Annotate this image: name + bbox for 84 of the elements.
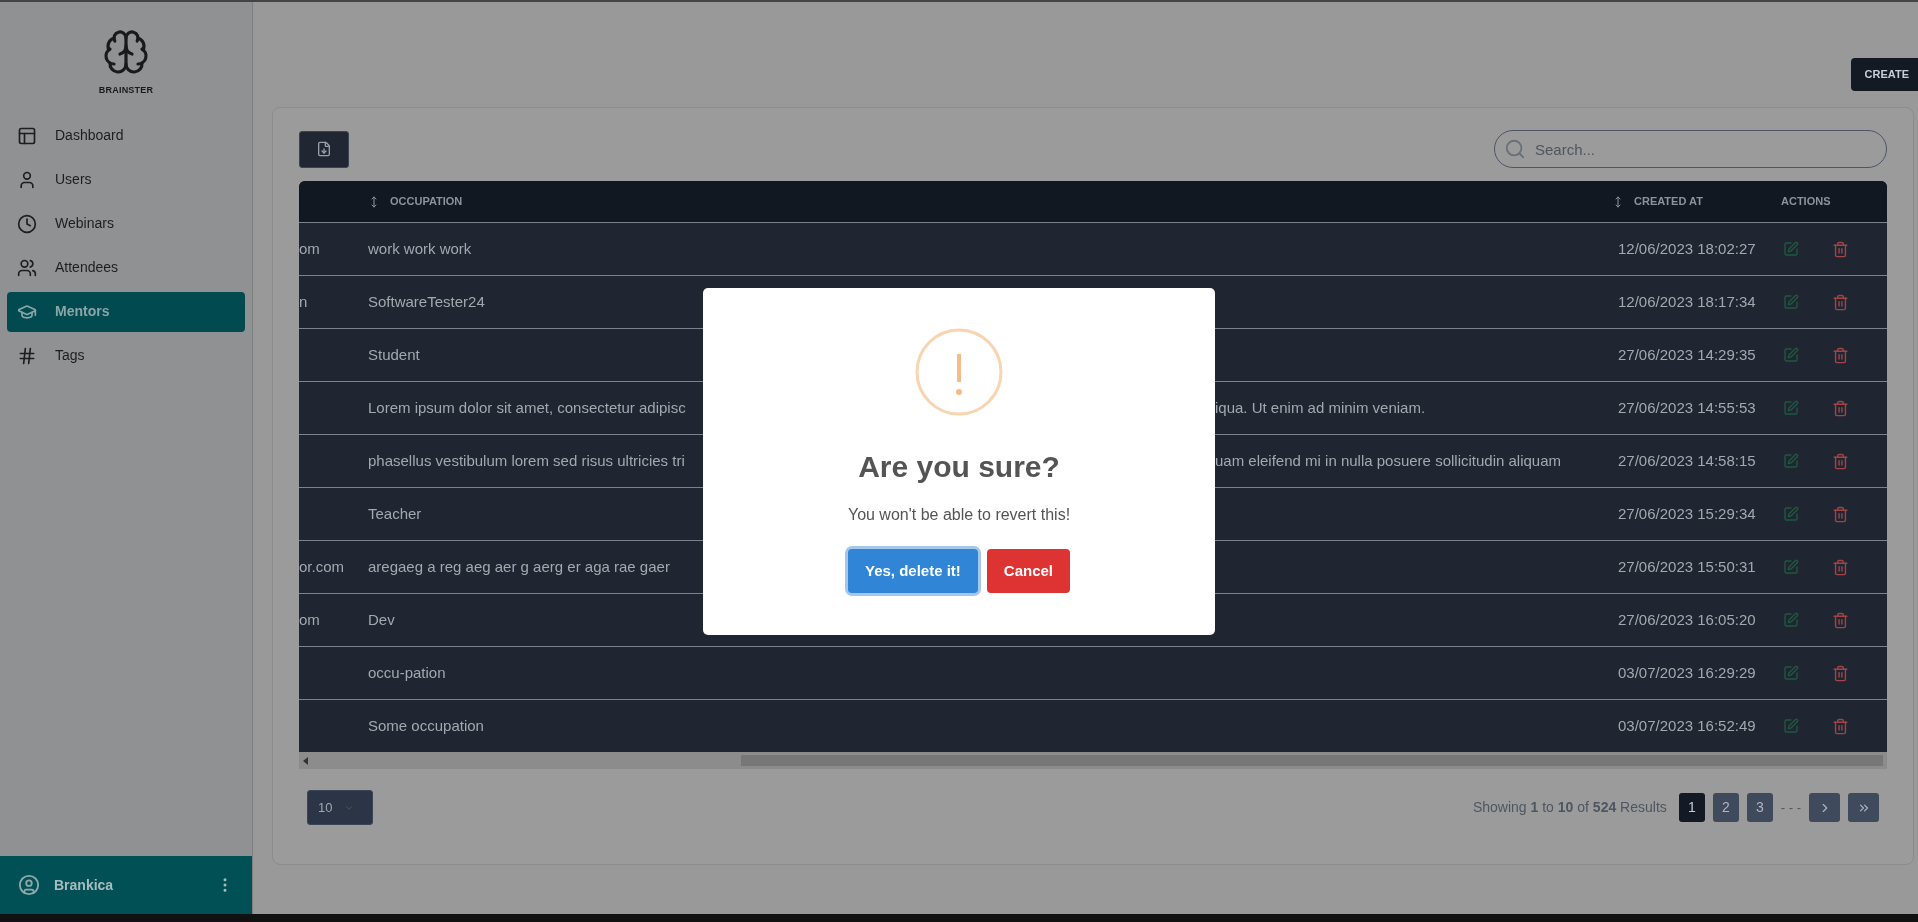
nav-item[interactable]: Webinars — [7, 203, 245, 244]
table-cell: 27/06/2023 15:50:31 — [1618, 557, 1756, 575]
table-cell: SoftwareTester24 — [368, 292, 485, 310]
trash-icon[interactable] — [1832, 240, 1849, 258]
trash-icon[interactable] — [1832, 293, 1849, 311]
table-cell-text: Lorem ipsum dolor sit amet, consectetur adipisc — [368, 397, 687, 418]
warning-icon — [915, 328, 1003, 416]
table-cell: om — [299, 239, 320, 257]
cancel-button[interactable]: Cancel — [986, 549, 1071, 593]
user-bar[interactable]: Brankica — [0, 856, 252, 914]
edit-icon[interactable] — [1783, 718, 1799, 734]
table-cell: 27/06/2023 15:29:34 — [1618, 504, 1756, 522]
page-button[interactable]: 3 — [1746, 793, 1773, 822]
user-name: Brankica — [54, 875, 115, 895]
table-cell: 27/06/2023 14:55:53 — [1618, 398, 1756, 416]
dialog-message: You won't be able to revert this! — [847, 505, 1071, 525]
clock-icon — [17, 213, 37, 234]
table-cell: 27/06/2023 16:05:20 — [1618, 610, 1756, 628]
table-cell: occu-pation — [368, 663, 446, 681]
edit-icon[interactable] — [1783, 294, 1799, 310]
page-button[interactable]: 1 — [1678, 793, 1705, 822]
confirm-button[interactable]: Yes, delete it! — [847, 549, 978, 593]
page-size-select[interactable]: 10 — [307, 790, 373, 825]
search-field[interactable]: Search... — [1494, 130, 1887, 168]
column-header[interactable]: ACTIONS — [1781, 193, 1831, 210]
nav-item[interactable]: Dashboard — [7, 115, 245, 156]
table-cell: 03/07/2023 16:52:49 — [1618, 716, 1756, 734]
table-cell: work work work — [368, 239, 472, 257]
trash-icon[interactable] — [1832, 664, 1849, 682]
export-button[interactable] — [299, 130, 349, 168]
table-cell-text: phasellus vestibulum lorem sed risus ultricies tri — [368, 450, 686, 471]
trash-icon[interactable] — [1832, 452, 1849, 470]
table-cell-text: iqua. Ut enim ad minim veniam. — [1215, 397, 1427, 418]
table-cell: om — [299, 610, 320, 628]
user-avatar-icon — [18, 874, 40, 896]
trash-icon[interactable] — [1832, 399, 1849, 417]
horizontal-scrollbar[interactable] — [299, 752, 1887, 769]
edit-icon[interactable] — [1783, 400, 1799, 416]
table-cell: 03/07/2023 16:29:29 — [1618, 663, 1756, 681]
nav-item[interactable]: Tags — [7, 335, 245, 376]
table-cell: 12/06/2023 18:02:27 — [1618, 239, 1756, 257]
edit-icon[interactable] — [1783, 559, 1799, 575]
page-ellipsis: - - - — [1780, 798, 1801, 817]
nav-item[interactable]: Attendees — [7, 247, 245, 288]
search-icon — [1504, 138, 1526, 160]
table-cell: or.com — [299, 557, 344, 575]
dialog-title: Are you sure? — [858, 449, 1060, 485]
edit-icon[interactable] — [1783, 612, 1799, 628]
column-header[interactable]: CREATED AT — [1634, 193, 1703, 210]
table-cell: Student — [368, 345, 420, 363]
people-icon — [17, 257, 37, 278]
edit-icon[interactable] — [1783, 347, 1799, 363]
next-page-button[interactable] — [1809, 793, 1840, 822]
table-cell: Dev — [368, 610, 395, 628]
edit-icon[interactable] — [1783, 506, 1799, 522]
nav-item[interactable]: Users — [7, 159, 245, 200]
hash-icon — [17, 345, 37, 366]
table-cell: Teacher — [368, 504, 422, 522]
page-button[interactable]: 2 — [1712, 793, 1739, 822]
create-button[interactable]: CREATE — [1850, 58, 1918, 91]
edit-icon[interactable] — [1783, 665, 1799, 681]
table-cell: 12/06/2023 18:17:34 — [1618, 292, 1756, 310]
trash-icon[interactable] — [1832, 505, 1849, 523]
trash-icon[interactable] — [1832, 346, 1849, 364]
results-summary: Showing 1 to 10 of 524 Results — [1472, 798, 1667, 817]
table-cell: 27/06/2023 14:58:15 — [1618, 451, 1756, 469]
nav-item[interactable]: Mentors — [7, 291, 245, 332]
table-cell: aregaeg a reg aeg aer g aerg er aga rae gaer — [368, 557, 670, 575]
edit-icon[interactable] — [1783, 453, 1799, 469]
table-cell: Some occupation — [368, 716, 484, 734]
file-download-icon — [316, 141, 332, 157]
edit-icon[interactable] — [1783, 241, 1799, 257]
table-cell-text: uam eleifend mi in nulla posuere sollicitudin aliquam — [1215, 450, 1563, 471]
trash-icon[interactable] — [1832, 717, 1849, 735]
last-page-button[interactable] — [1848, 793, 1879, 822]
table-cell: n — [299, 292, 308, 310]
trash-icon[interactable] — [1832, 558, 1849, 576]
table-cell: 27/06/2023 14:29:35 — [1618, 345, 1756, 363]
logo-text: BRAINSTER — [98, 84, 154, 97]
brain-logo-icon — [102, 28, 150, 76]
dashboard-icon — [17, 125, 37, 146]
column-header[interactable]: OCCUPATION — [390, 193, 463, 210]
user-icon — [17, 169, 37, 190]
trash-icon[interactable] — [1832, 611, 1849, 629]
